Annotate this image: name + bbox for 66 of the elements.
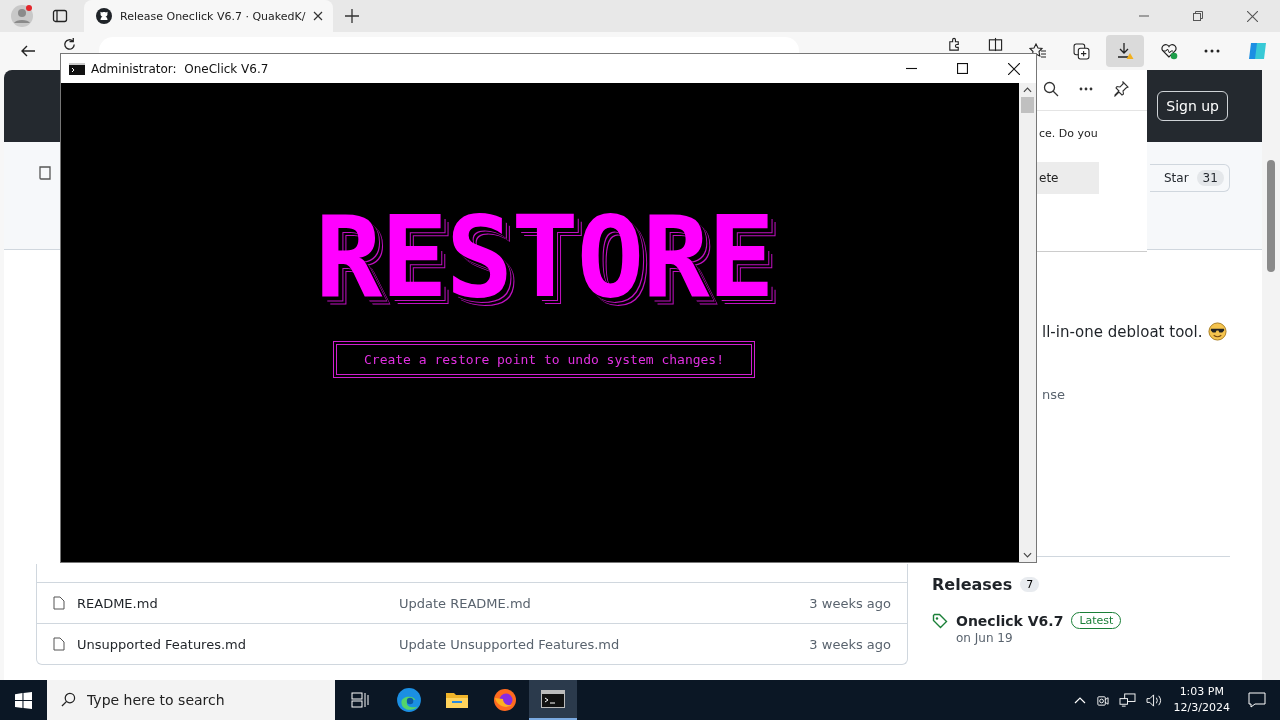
license-text[interactable]: nse — [1042, 387, 1230, 402]
tag-icon — [932, 612, 948, 629]
search-icon[interactable] — [1043, 81, 1059, 97]
chevron-up-icon[interactable] — [1073, 696, 1086, 704]
star-button[interactable]: Star 31 — [1150, 164, 1230, 192]
sunglasses-face-icon — [1208, 322, 1228, 341]
close-icon[interactable] — [313, 11, 324, 21]
releases-heading[interactable]: Releases — [932, 575, 1013, 594]
split-screen-icon[interactable] — [988, 37, 1003, 52]
back-icon[interactable] — [20, 43, 36, 59]
file-name[interactable]: README.md — [77, 595, 387, 611]
fox-logo-icon — [493, 688, 517, 712]
close-icon[interactable] — [1008, 62, 1020, 75]
pin-icon[interactable] — [1113, 81, 1129, 97]
scroll-up-icon[interactable] — [1023, 87, 1032, 93]
network-icon[interactable] — [1118, 692, 1136, 708]
count-badge: 7 — [1020, 577, 1040, 592]
swirl-logo-icon — [396, 687, 422, 713]
more-icon[interactable] — [1204, 49, 1220, 53]
delete-button[interactable]: ete — [1037, 162, 1099, 194]
console-icon — [69, 62, 85, 75]
download-warning-icon — [1116, 42, 1134, 60]
file-icon — [53, 637, 65, 651]
scroll-down-icon[interactable] — [1023, 552, 1032, 558]
start-icon[interactable] — [15, 691, 32, 709]
clock[interactable]: 1:03 PM 12/3/2024 — [1173, 684, 1230, 716]
description-text: ll-in-one debloat tool. — [1042, 322, 1203, 341]
restore-icon[interactable] — [1193, 11, 1203, 21]
refresh-icon[interactable] — [62, 37, 77, 52]
search-icon — [61, 692, 76, 707]
scroll-thumb[interactable] — [1021, 97, 1034, 113]
restore-message: Create a restore point to undo system changes! — [333, 341, 755, 378]
favorites-icon[interactable] — [1029, 43, 1047, 59]
commit-message[interactable]: Update README.md — [399, 595, 798, 611]
search-field[interactable]: Type here to search — [47, 680, 335, 720]
commit-message[interactable]: Update Unsupported Features.md — [399, 636, 798, 652]
banner-text: RESTORE — [315, 201, 773, 313]
commit-time: 3 weeks ago — [809, 636, 891, 652]
book-icon — [38, 166, 52, 180]
window-title: Administrator: OneClick V6.7 — [91, 61, 269, 76]
release-name[interactable]: Oneclick V6.7 — [956, 612, 1064, 629]
console-icon — [541, 690, 565, 708]
extensions-icon[interactable] — [947, 37, 962, 52]
release-date: on Jun 19 — [956, 631, 1014, 645]
folder-icon — [445, 690, 469, 710]
console-app-button[interactable] — [529, 680, 577, 720]
collections-icon[interactable] — [1073, 42, 1090, 60]
heart-pulse-icon[interactable] — [1160, 42, 1178, 60]
browser-tab[interactable]: Release Oneclick V6.7 · QuakedK/ — [84, 0, 334, 32]
new-tab-icon[interactable] — [345, 9, 360, 23]
sign-up-button[interactable]: Sign up — [1157, 91, 1228, 121]
download-message: ce. Do you — [1039, 127, 1099, 140]
file-name[interactable]: Unsupported Features.md — [77, 636, 387, 652]
downloads-button[interactable] — [1106, 35, 1144, 67]
notifications-icon[interactable] — [1248, 692, 1266, 708]
maximize-icon[interactable] — [957, 63, 968, 74]
commit-time: 3 weeks ago — [809, 595, 891, 611]
scrollbar[interactable] — [1019, 83, 1036, 562]
scroll-thumb[interactable] — [1267, 160, 1275, 272]
scrollbar[interactable] — [1262, 70, 1280, 680]
file-icon — [53, 596, 65, 610]
task-view-icon[interactable] — [351, 692, 369, 708]
profile-icon[interactable] — [10, 4, 34, 28]
tab-actions-icon[interactable] — [52, 8, 68, 24]
more-icon[interactable] — [1079, 87, 1093, 91]
volume-icon[interactable] — [1145, 692, 1163, 708]
